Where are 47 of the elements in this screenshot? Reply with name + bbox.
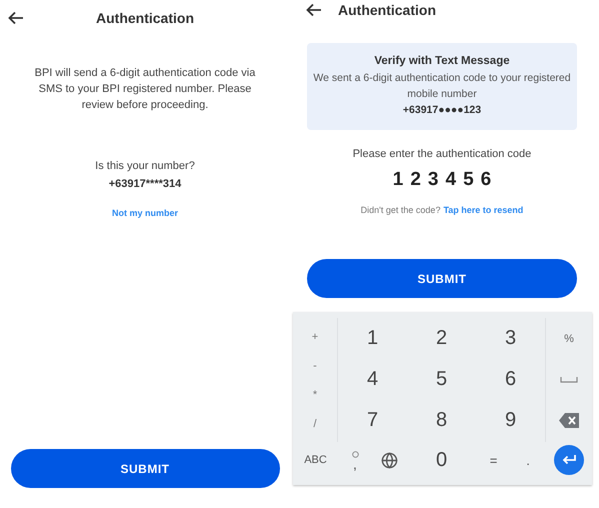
phone-number: +63917●●●●123 bbox=[402, 103, 482, 118]
keyboard-key[interactable]: = bbox=[476, 452, 511, 468]
symbol-key[interactable]: - bbox=[313, 360, 317, 372]
digit-key[interactable]: 4 bbox=[338, 359, 407, 400]
digit-key[interactable]: 7 bbox=[338, 400, 407, 441]
resend-link[interactable]: Tap here to resend bbox=[443, 205, 524, 215]
digit-key[interactable]: 8 bbox=[407, 400, 476, 441]
code-digit: 2 bbox=[410, 169, 421, 191]
small-circle-icon bbox=[352, 450, 358, 458]
enter-arrow-icon bbox=[562, 455, 576, 465]
globe-icon bbox=[381, 452, 398, 468]
code-digit: 6 bbox=[480, 169, 492, 191]
symbol-key[interactable]: / bbox=[313, 418, 317, 430]
screen-title: Authentication bbox=[95, 10, 195, 26]
digit-key[interactable]: 5 bbox=[407, 359, 476, 400]
keyboard-key[interactable]: . bbox=[511, 452, 545, 468]
digit-key[interactable]: 3 bbox=[476, 318, 545, 359]
screen-title: Authentication bbox=[338, 2, 436, 18]
phone-number: +63917****314 bbox=[108, 178, 182, 190]
backspace-icon bbox=[559, 413, 579, 428]
submit-button[interactable]: SUBMIT bbox=[307, 259, 577, 298]
resend-prompt: Didn't get the code? bbox=[360, 205, 440, 215]
info-message: BPI will send a 6-digit authentication code via SMS to your BPI registered number. Please review before proceeding. bbox=[34, 66, 256, 113]
back-arrow-icon[interactable] bbox=[8, 11, 24, 25]
comma-key[interactable]: , bbox=[338, 450, 372, 470]
back-arrow-icon[interactable] bbox=[306, 3, 322, 17]
enter-button[interactable] bbox=[554, 445, 584, 475]
percent-key[interactable]: % bbox=[546, 318, 592, 359]
space-bar-icon bbox=[560, 376, 578, 382]
symbol-key[interactable]: + bbox=[312, 330, 318, 342]
digit-key[interactable]: 6 bbox=[476, 359, 545, 400]
code-prompt: Please enter the authentication code bbox=[352, 148, 532, 160]
code-digit: 4 bbox=[446, 169, 456, 191]
code-digit: 5 bbox=[463, 169, 474, 191]
card-message: We sent a 6-digit authentication code to your registered mobile number bbox=[313, 71, 571, 102]
symbol-key[interactable]: * bbox=[312, 388, 318, 400]
digit-key[interactable]: 2 bbox=[407, 318, 476, 359]
digit-key[interactable]: 1 bbox=[338, 318, 407, 359]
keyboard-key[interactable]: ABC bbox=[293, 454, 338, 466]
digit-key[interactable]: 0 bbox=[407, 448, 476, 472]
question-text: Is this your number? bbox=[95, 160, 195, 172]
code-digit: 1 bbox=[392, 169, 404, 191]
submit-button[interactable]: SUBMIT bbox=[10, 449, 280, 488]
digit-key[interactable]: 9 bbox=[476, 400, 545, 441]
code-digit: 3 bbox=[428, 169, 438, 191]
not-my-number-link[interactable]: Not my number bbox=[112, 208, 178, 218]
card-heading: Verify with Text Message bbox=[374, 55, 510, 67]
